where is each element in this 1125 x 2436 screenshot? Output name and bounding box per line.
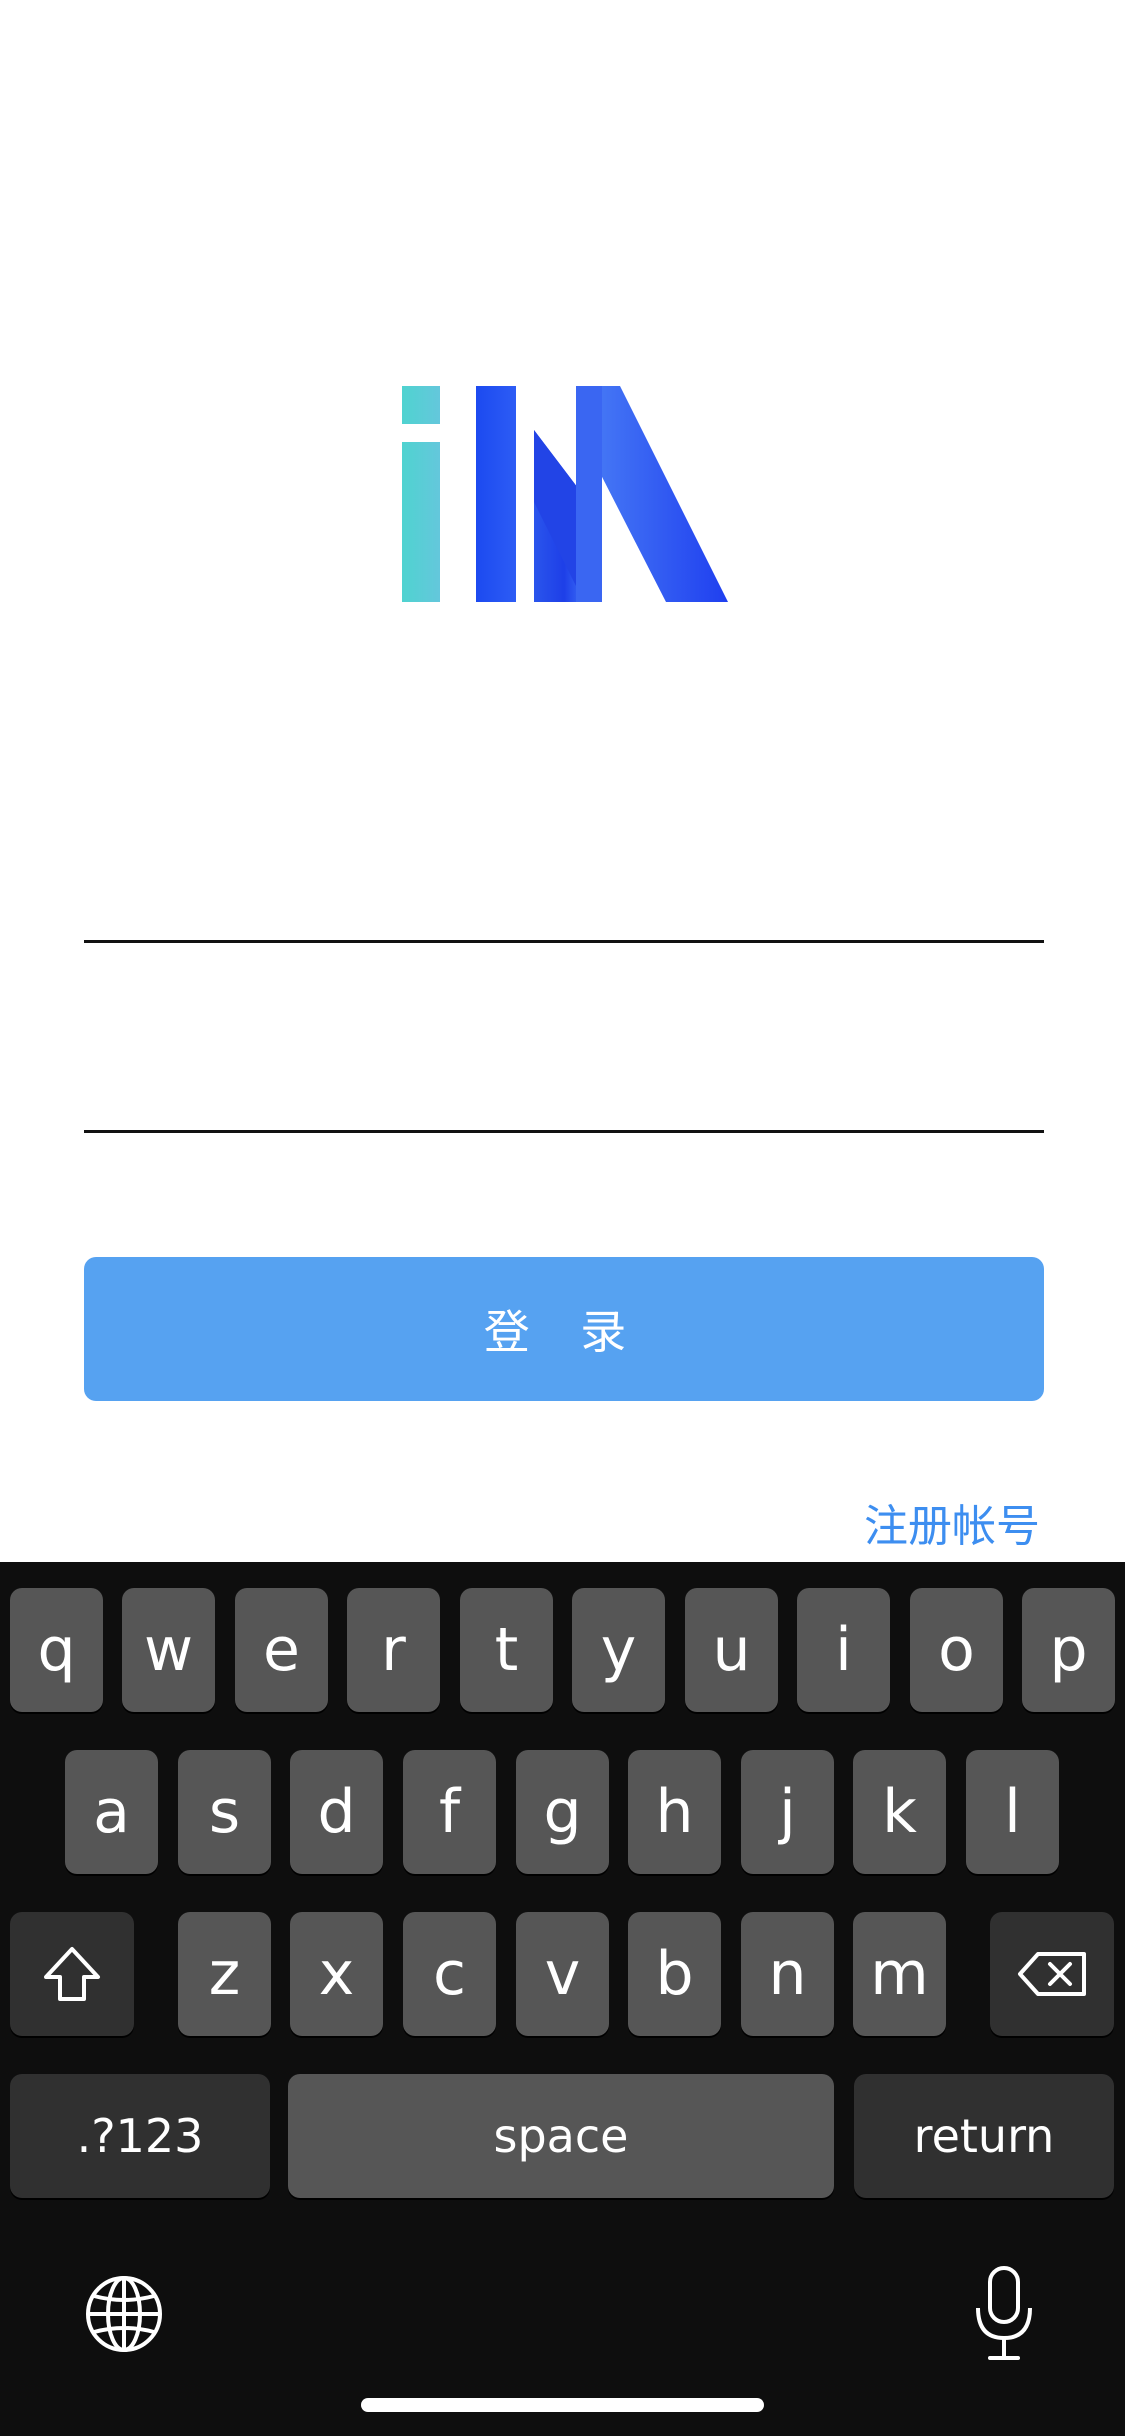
password-field[interactable] — [84, 1043, 1048, 1133]
app-logo — [400, 386, 730, 602]
key-n[interactable]: n — [741, 1912, 834, 2036]
key-a[interactable]: a — [65, 1750, 158, 1874]
password-input[interactable] — [84, 1043, 1048, 1132]
globe-icon[interactable] — [84, 2274, 164, 2354]
space-key[interactable]: space — [288, 2074, 834, 2198]
username-input[interactable] — [84, 853, 1048, 942]
key-q[interactable]: q — [10, 1588, 103, 1712]
key-r[interactable]: r — [347, 1588, 440, 1712]
key-x[interactable]: x — [290, 1912, 383, 2036]
login-screen: 登 录 注册帐号 q w e r t y u i o p a s d f g h… — [0, 0, 1125, 2436]
numbers-key[interactable]: .?123 — [10, 2074, 270, 2198]
key-u[interactable]: u — [685, 1588, 778, 1712]
register-link[interactable]: 注册帐号 — [864, 1490, 1040, 1554]
key-y[interactable]: y — [572, 1588, 665, 1712]
key-s[interactable]: s — [178, 1750, 271, 1874]
backspace-icon — [1018, 1952, 1086, 1996]
key-i[interactable]: i — [797, 1588, 890, 1712]
microphone-icon[interactable] — [972, 2264, 1036, 2364]
key-w[interactable]: w — [122, 1588, 215, 1712]
key-h[interactable]: h — [628, 1750, 721, 1874]
key-e[interactable]: e — [235, 1588, 328, 1712]
key-v[interactable]: v — [516, 1912, 609, 2036]
key-z[interactable]: z — [178, 1912, 271, 2036]
return-key[interactable]: return — [854, 2074, 1114, 2198]
key-p[interactable]: p — [1022, 1588, 1115, 1712]
shift-icon — [44, 1947, 100, 2001]
keyboard: q w e r t y u i o p a s d f g h j k l z … — [0, 1562, 1125, 2436]
key-l[interactable]: l — [966, 1750, 1059, 1874]
key-m[interactable]: m — [853, 1912, 946, 2036]
key-o[interactable]: o — [910, 1588, 1003, 1712]
backspace-key[interactable] — [990, 1912, 1114, 2036]
key-k[interactable]: k — [853, 1750, 946, 1874]
key-c[interactable]: c — [403, 1912, 496, 2036]
login-button[interactable]: 登 录 — [84, 1257, 1044, 1401]
logo-graphic — [402, 386, 728, 602]
key-b[interactable]: b — [628, 1912, 721, 2036]
key-t[interactable]: t — [460, 1588, 553, 1712]
username-field[interactable] — [84, 853, 1048, 943]
key-j[interactable]: j — [741, 1750, 834, 1874]
key-f[interactable]: f — [403, 1750, 496, 1874]
key-d[interactable]: d — [290, 1750, 383, 1874]
home-indicator — [361, 2398, 764, 2412]
shift-key[interactable] — [10, 1912, 134, 2036]
key-g[interactable]: g — [516, 1750, 609, 1874]
